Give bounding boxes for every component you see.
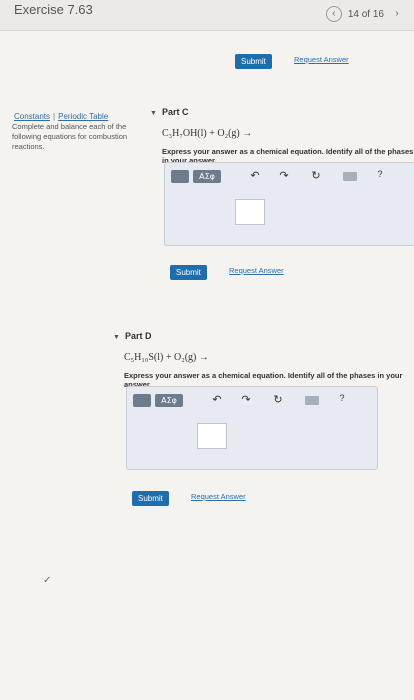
reset-icon[interactable]: ↻: [272, 393, 284, 406]
periodic-table-link[interactable]: Periodic Table: [58, 112, 108, 121]
template-icon[interactable]: [133, 394, 151, 407]
pager: ‹ 14 of 16 ›: [325, 6, 404, 22]
sidebar-instructions: Complete and balance each of the followi…: [12, 122, 128, 151]
part-c-equation: C₃H₇OH(l) + O₂(g) →: [162, 128, 253, 139]
part-d-request-answer-link[interactable]: Request Answer: [191, 492, 246, 501]
redo-icon[interactable]: ↷: [278, 169, 290, 182]
part-c-answer-editor: ΑΣφ ↶ ↷ ↻ ?: [164, 162, 414, 246]
collapse-triangle-icon: ▼: [150, 110, 157, 117]
part-d-equation: C₅H₁₀S(l) + O₂(g) →: [124, 352, 209, 363]
help-icon[interactable]: ?: [336, 393, 348, 403]
redo-icon[interactable]: ↷: [240, 393, 252, 406]
part-d-answer-input[interactable]: [197, 423, 227, 449]
undo-icon[interactable]: ↶: [211, 393, 223, 406]
chevron-right-icon[interactable]: ›: [390, 7, 404, 21]
help-icon[interactable]: ?: [374, 169, 386, 179]
part-c-title: Part C: [161, 107, 189, 117]
reset-icon[interactable]: ↻: [310, 169, 322, 182]
link-separator: |: [53, 112, 56, 121]
constants-link[interactable]: Constants: [14, 112, 50, 121]
sidebar-links: Constants | Periodic Table: [14, 112, 108, 121]
keyboard-icon[interactable]: [343, 172, 357, 181]
part-c-request-answer-link[interactable]: Request Answer: [229, 266, 284, 275]
template-icon[interactable]: [171, 170, 189, 183]
part-d-answer-editor: ΑΣφ ↶ ↷ ↻ ?: [126, 386, 378, 470]
part-c-submit-button[interactable]: Submit: [170, 265, 207, 280]
part-c-answer-input[interactable]: [235, 199, 265, 225]
symbols-button[interactable]: ΑΣφ: [155, 394, 183, 407]
part-c-header[interactable]: ▼ Part C: [150, 107, 188, 117]
keyboard-icon[interactable]: [305, 396, 319, 405]
part-d-submit-button[interactable]: Submit: [132, 491, 169, 506]
exercise-title: Exercise 7.63: [14, 2, 93, 17]
part-d-title: Part D: [124, 331, 152, 341]
submit-button[interactable]: Submit: [235, 54, 272, 69]
symbols-button[interactable]: ΑΣφ: [193, 170, 221, 183]
part-d-header[interactable]: ▼ Part D: [113, 331, 151, 341]
chevron-left-icon[interactable]: ‹: [325, 6, 342, 22]
pager-text: 14 of 16: [347, 8, 384, 20]
check-icon: ✓: [43, 575, 52, 586]
undo-icon[interactable]: ↶: [249, 169, 261, 182]
collapse-triangle-icon: ▼: [113, 334, 120, 341]
request-answer-link[interactable]: Request Answer: [294, 55, 349, 64]
